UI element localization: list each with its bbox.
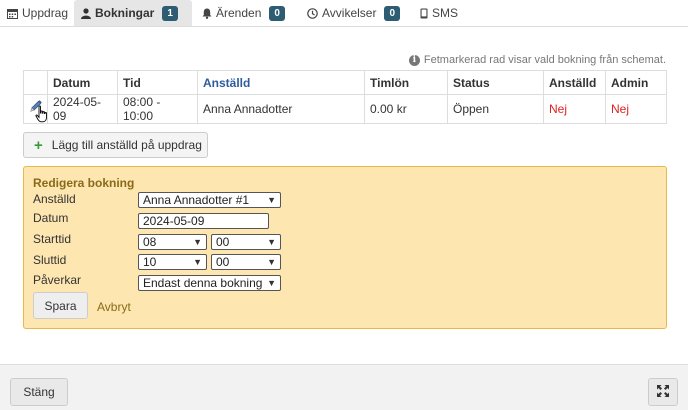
tab-uppdrag[interactable]: Uppdrag bbox=[0, 0, 75, 26]
cell-anstalld: Anna Annadotter bbox=[197, 94, 365, 124]
affects-select-value: Endast denna bokning bbox=[143, 276, 263, 290]
tab-avvikelser[interactable]: Avvikelser 0 bbox=[300, 0, 407, 26]
start-hour-value: 08 bbox=[143, 235, 157, 249]
cell-admin: Nej bbox=[605, 94, 667, 124]
header-tid[interactable]: Tid bbox=[117, 70, 198, 95]
tab-sms[interactable]: SMS bbox=[413, 0, 465, 26]
cell-datum: 2024-05-09 bbox=[47, 94, 118, 124]
chevron-down-icon: ▼ bbox=[267, 237, 276, 247]
add-employee-label: Lägg till anställd på uppdrag bbox=[51, 138, 202, 152]
cell-anstalld-confirmed: Nej bbox=[543, 94, 606, 124]
header-datum[interactable]: Datum bbox=[47, 70, 118, 95]
count-badge: 0 bbox=[269, 5, 285, 21]
phone-icon bbox=[420, 8, 428, 19]
bell-icon bbox=[202, 8, 212, 19]
date-input[interactable]: 2024-05-09 bbox=[138, 213, 269, 229]
table-row[interactable]: 2024-05-09 08:00 - 10:00 Anna Annadotter… bbox=[23, 94, 667, 126]
date-input-value: 2024-05-09 bbox=[143, 214, 205, 228]
employee-select[interactable]: Anna Annadotter #1 ▼ bbox=[138, 192, 281, 208]
end-hour-value: 10 bbox=[143, 255, 157, 269]
chevron-down-icon: ▼ bbox=[267, 257, 276, 267]
expand-icon bbox=[657, 384, 669, 400]
anstalld-label: Anställd bbox=[33, 192, 76, 206]
clock-icon bbox=[307, 7, 318, 19]
panel-title: Redigera bokning bbox=[33, 176, 135, 190]
count-badge: 0 bbox=[384, 5, 401, 21]
chevron-down-icon: ▼ bbox=[267, 278, 276, 288]
pointer-cursor-icon bbox=[35, 105, 49, 126]
chevron-down-icon: ▼ bbox=[267, 195, 276, 205]
cell-tid: 08:00 - 10:00 bbox=[117, 94, 198, 124]
header-status[interactable]: Status bbox=[447, 70, 544, 95]
info-icon: i bbox=[408, 54, 420, 66]
plus-icon: + bbox=[34, 136, 43, 154]
save-button[interactable]: Spara bbox=[33, 292, 88, 319]
calendar-icon bbox=[7, 8, 18, 19]
affects-select[interactable]: Endast denna bokning ▼ bbox=[138, 275, 281, 291]
header-edit bbox=[23, 70, 48, 95]
header-admin[interactable]: Admin bbox=[605, 70, 667, 95]
bookings-table: Datum Tid Anställd Timlön Status Anställ… bbox=[23, 70, 667, 124]
start-minute-value: 00 bbox=[216, 235, 230, 249]
end-minute-value: 00 bbox=[216, 255, 230, 269]
header-anstalld-confirmed[interactable]: Anställd bbox=[543, 70, 606, 95]
add-employee-button[interactable]: + Lägg till anställd på uppdrag bbox=[23, 132, 208, 158]
user-icon bbox=[81, 7, 91, 19]
tab-arenden[interactable]: Ärenden 0 bbox=[195, 0, 292, 26]
expand-button[interactable] bbox=[648, 378, 678, 406]
end-minute-select[interactable]: 00 ▼ bbox=[211, 254, 281, 270]
paverkar-label: Påverkar bbox=[33, 273, 82, 287]
dialog-footer: Stäng bbox=[0, 364, 688, 410]
end-hour-select[interactable]: 10 ▼ bbox=[138, 254, 207, 270]
chevron-down-icon: ▼ bbox=[193, 237, 202, 247]
tab-label: Avvikelser bbox=[322, 6, 377, 20]
cell-status: Öppen bbox=[447, 94, 544, 124]
starttid-label: Starttid bbox=[33, 232, 72, 246]
tab-bokningar[interactable]: Bokningar 1 bbox=[74, 0, 192, 26]
start-minute-select[interactable]: 00 ▼ bbox=[211, 234, 281, 250]
edit-cell[interactable] bbox=[23, 94, 49, 126]
tab-label: SMS bbox=[432, 6, 459, 20]
close-button[interactable]: Stäng bbox=[10, 378, 68, 406]
info-note: i Fetmarkerad rad visar vald bokning frå… bbox=[408, 54, 666, 66]
tab-label: Ärenden bbox=[216, 6, 262, 20]
datum-label: Datum bbox=[33, 211, 69, 225]
sluttid-label: Sluttid bbox=[33, 253, 67, 267]
header-anstalld[interactable]: Anställd bbox=[197, 70, 365, 95]
employee-select-value: Anna Annadotter #1 bbox=[143, 193, 250, 207]
edit-booking-panel: Redigera bokning Anställd Anna Annadotte… bbox=[23, 166, 667, 329]
header-timlon[interactable]: Timlön bbox=[364, 70, 448, 95]
cell-timlon: 0.00 kr bbox=[364, 94, 448, 124]
tab-bar: Uppdrag Bokningar 1 Ärenden 0 Avvikelser… bbox=[0, 0, 688, 27]
tab-label: Bokningar bbox=[95, 6, 155, 20]
cancel-link[interactable]: Avbryt bbox=[97, 300, 131, 314]
chevron-down-icon: ▼ bbox=[193, 257, 202, 267]
tab-label: Uppdrag bbox=[22, 6, 69, 20]
start-hour-select[interactable]: 08 ▼ bbox=[138, 234, 207, 250]
table-header-row: Datum Tid Anställd Timlön Status Anställ… bbox=[23, 70, 667, 95]
count-badge: 1 bbox=[162, 5, 178, 21]
info-text: Fetmarkerad rad visar vald bokning från … bbox=[423, 54, 666, 66]
